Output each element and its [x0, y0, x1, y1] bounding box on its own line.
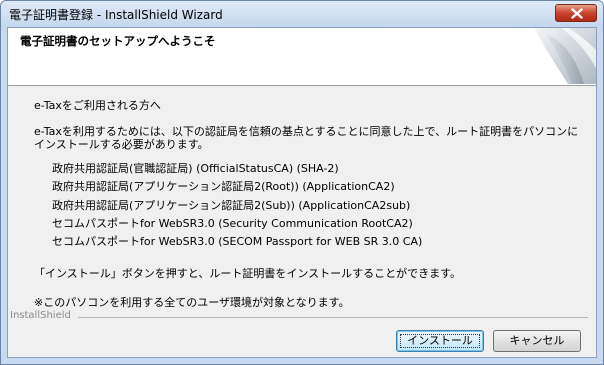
installshield-brand: InstallShield	[10, 310, 75, 321]
list-item: 政府共用認証局(アプリケーション認証局2(Root)) (Application…	[52, 180, 395, 194]
wizard-banner: 電子証明書のセットアップへようこそ	[8, 28, 596, 86]
intro-text: e-Taxをご利用される方へ	[34, 99, 161, 112]
installshield-separator: InstallShield	[8, 310, 588, 324]
cancel-button[interactable]: キャンセル	[493, 330, 581, 352]
list-item: セコムパスポートfor WebSR3.0 (SECOM Passport for…	[52, 235, 423, 249]
banner-title: 電子証明書のセットアップへようこそ	[20, 34, 216, 48]
instruction-text: e-Taxを利用するためには、以下の認証局を信頼の基点とすることに同意した上で、…	[34, 125, 578, 151]
note-text: ※このパソコンを利用する全てのユーザ環境が対象となります。	[34, 296, 350, 309]
window-title: 電子証明書登録 - InstallShield Wizard	[9, 8, 223, 22]
separator-rule	[78, 317, 588, 318]
installer-window: 電子証明書登録 - InstallShield Wizard 電子証明書のセット…	[0, 0, 604, 365]
list-item: 政府共用認証局(アプリケーション認証局2(Sub)) (ApplicationC…	[52, 198, 411, 212]
install-button[interactable]: インストール	[396, 330, 484, 352]
focus-ring	[400, 334, 480, 348]
certificate-authority-list: 政府共用認証局(官職認証局) (OfficialStatusCA) (SHA-2…	[52, 160, 422, 251]
cancel-button-label: キャンセル	[509, 334, 565, 347]
title-bar[interactable]: 電子証明書登録 - InstallShield Wizard	[1, 1, 603, 27]
list-item: セコムパスポートfor WebSR3.0 (Security Communica…	[52, 216, 413, 230]
instruction-line-1: e-Taxを利用するためには、以下の認証局を信頼の基点とすることに同意した上で、…	[34, 125, 579, 138]
close-icon	[571, 8, 583, 19]
install-hint-text: 「インストール」ボタンを押すと、ルート証明書をインストールすることができます。	[34, 267, 462, 280]
list-item: 政府共用認証局(官職認証局) (OfficialStatusCA) (SHA-2…	[52, 162, 339, 175]
wizard-client-area: 電子証明書のセットアップへようこそ e-Taxをご利用される方へ e-Taxを利…	[7, 27, 597, 358]
wizard-banner-graphic	[534, 28, 596, 84]
close-button[interactable]	[555, 4, 597, 22]
instruction-line-2: インストールする必要があります。	[34, 138, 209, 151]
